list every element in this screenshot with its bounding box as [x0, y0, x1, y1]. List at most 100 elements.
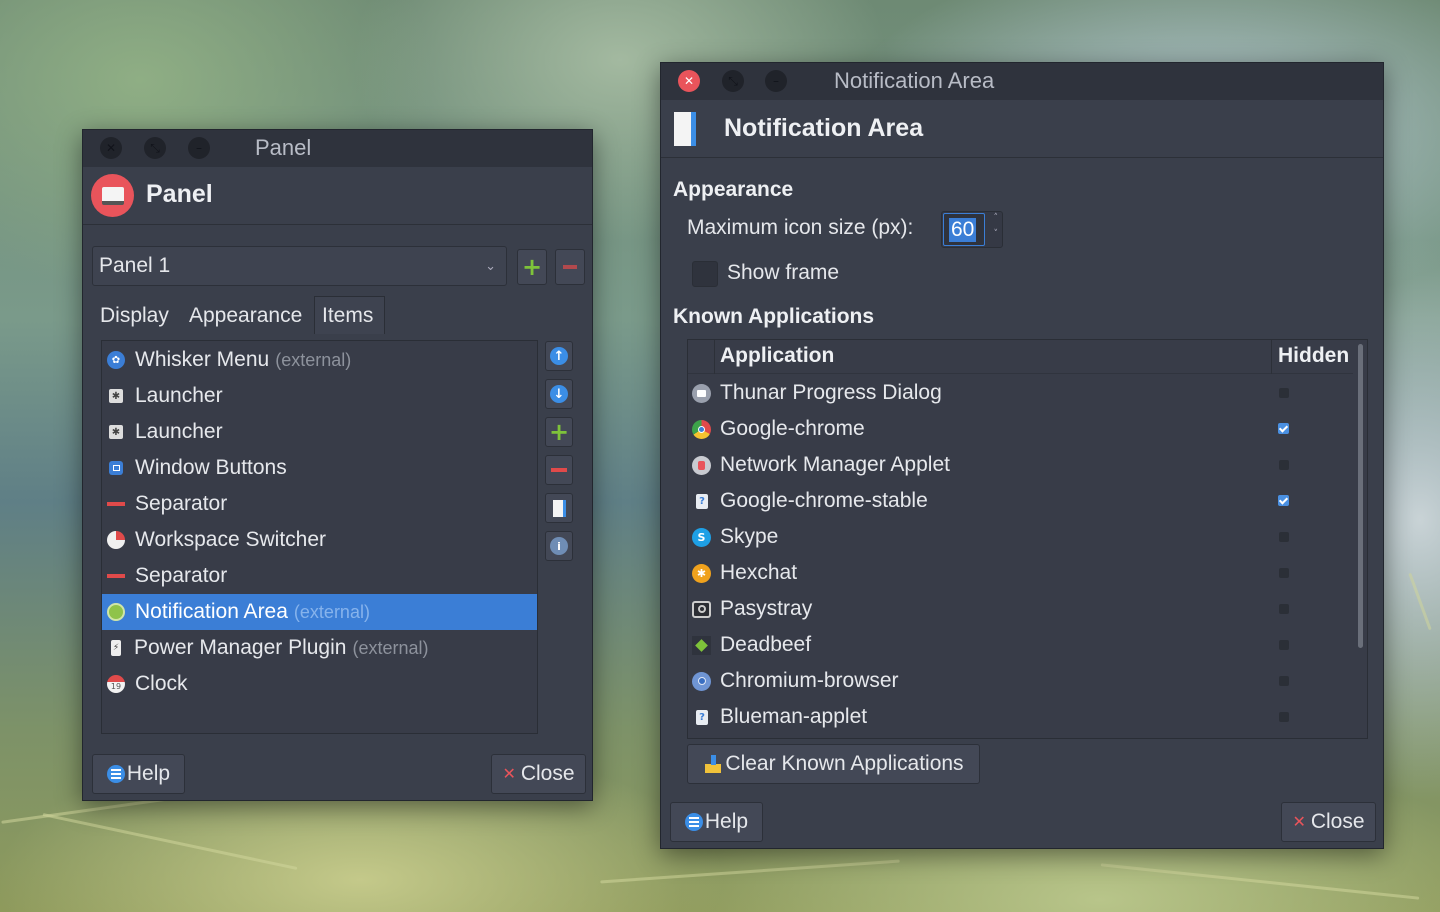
header-divider	[1271, 340, 1272, 374]
notif-titlebar[interactable]: ✕ ⤡ – Notification Area	[661, 63, 1383, 100]
hidden-checkbox[interactable]	[1279, 640, 1289, 650]
help-label: Help	[704, 810, 749, 833]
notif-header: Notification Area	[661, 100, 1383, 158]
list-item[interactable]: ✱ Launcher	[102, 414, 537, 450]
item-name: Launcher	[135, 420, 223, 443]
move-up-button[interactable]: ↑	[545, 341, 573, 371]
notification-area-icon	[107, 603, 125, 621]
list-item[interactable]: ⚡ Power Manager Plugin (external)	[102, 630, 537, 666]
icon-size-input[interactable]: 60	[943, 213, 985, 246]
col-application[interactable]: Application	[720, 344, 834, 368]
skype-icon: S	[692, 527, 711, 547]
tab-items[interactable]: Items	[314, 296, 385, 334]
minimize-icon: –	[773, 74, 779, 88]
hexchat-icon: ✱	[692, 563, 711, 583]
clock-icon: 19	[107, 675, 125, 693]
remove-item-button[interactable]	[545, 455, 573, 485]
spin-up-icon[interactable]: ˄	[994, 213, 999, 223]
hidden-checkbox[interactable]	[1278, 423, 1289, 434]
minimize-window-button[interactable]: –	[188, 137, 210, 159]
item-name: Whisker Menu	[135, 348, 270, 371]
window-title: Panel	[255, 135, 312, 160]
move-down-button[interactable]: ↓	[545, 379, 573, 409]
hidden-checkbox[interactable]	[1279, 460, 1289, 470]
close-label: Close	[520, 762, 575, 785]
window-title: Notification Area	[834, 68, 995, 93]
table-row[interactable]: ? Google-chrome-stable	[688, 483, 1367, 519]
table-row[interactable]: ✱ Hexchat	[688, 555, 1367, 591]
spin-down-icon[interactable]: ˅	[994, 229, 999, 239]
about-item-button[interactable]: i	[545, 531, 573, 561]
hidden-checkbox[interactable]	[1279, 712, 1289, 722]
tab-appearance[interactable]: Appearance	[189, 304, 302, 328]
list-item[interactable]: Workspace Switcher	[102, 522, 537, 558]
minus-icon	[551, 468, 567, 472]
minimize-window-button[interactable]: –	[765, 70, 787, 92]
add-panel-button[interactable]: +	[517, 249, 547, 285]
panel-select[interactable]: Panel 1 ⌄	[92, 246, 507, 286]
help-button[interactable]: Help	[92, 754, 185, 794]
plus-icon: +	[521, 253, 543, 281]
table-row[interactable]: Google-chrome	[688, 411, 1367, 447]
col-hidden[interactable]: Hidden	[1278, 344, 1349, 368]
icon-size-label: Maximum icon size (px):	[687, 216, 914, 239]
help-icon	[106, 765, 125, 783]
workspace-switcher-icon	[107, 531, 125, 549]
panel-titlebar[interactable]: ✕ ⤡ – Panel	[83, 130, 592, 167]
close-window-button[interactable]: ✕	[100, 137, 122, 159]
list-item[interactable]: ✿ Whisker Menu (external)	[102, 342, 537, 378]
tab-display[interactable]: Display	[100, 304, 169, 328]
known-apps-heading: Known Applications	[673, 305, 875, 328]
app-name: Thunar Progress Dialog	[720, 381, 942, 404]
help-label: Help	[126, 762, 171, 785]
table-row[interactable]: Thunar Progress Dialog	[688, 375, 1367, 411]
close-label: Close	[1310, 810, 1365, 833]
hidden-checkbox[interactable]	[1279, 604, 1289, 614]
edit-item-button[interactable]	[545, 493, 573, 523]
table-row[interactable]: Network Manager Applet	[688, 447, 1367, 483]
list-item[interactable]: Notification Area (external)	[102, 594, 537, 630]
known-apps-table[interactable]: Application Hidden Thunar Progress Dialo…	[687, 339, 1368, 739]
unknown-app-icon: ?	[696, 709, 708, 725]
table-row[interactable]: Pasystray	[688, 591, 1367, 627]
show-frame-checkbox[interactable]	[692, 261, 718, 287]
hidden-checkbox[interactable]	[1279, 676, 1289, 686]
table-row[interactable]: Deadbeef	[688, 627, 1367, 663]
maximize-window-button[interactable]: ⤡	[722, 70, 744, 92]
item-name: Clock	[135, 672, 188, 695]
list-item[interactable]: Window Buttons	[102, 450, 537, 486]
chromium-icon	[692, 671, 711, 691]
icon-size-spinner[interactable]: 60 ˄ ˅	[941, 211, 1003, 248]
app-name: Hexchat	[720, 561, 798, 584]
table-row[interactable]: S Skype	[688, 519, 1367, 555]
list-item[interactable]: Separator	[102, 558, 537, 594]
hidden-checkbox[interactable]	[1279, 532, 1289, 542]
add-item-button[interactable]: +	[545, 417, 573, 447]
maximize-window-button[interactable]: ⤡	[144, 137, 166, 159]
panel-window: ✕ ⤡ – Panel Panel Panel 1 ⌄ + Display Ap…	[82, 129, 593, 801]
remove-panel-button[interactable]	[555, 249, 585, 285]
close-button[interactable]: ✕ Close	[1281, 802, 1376, 842]
page-title: Notification Area	[724, 114, 924, 142]
clear-known-apps-button[interactable]: Clear Known Applications	[687, 744, 980, 784]
hidden-checkbox[interactable]	[1279, 568, 1289, 578]
close-icon: ✕	[1292, 814, 1306, 831]
show-frame-label[interactable]: Show frame	[727, 261, 839, 285]
hidden-checkbox[interactable]	[1278, 495, 1289, 506]
close-window-button[interactable]: ✕	[678, 70, 700, 92]
help-button[interactable]: Help	[670, 802, 763, 842]
app-name: Network Manager Applet	[720, 453, 950, 476]
list-item[interactable]: ✱ Launcher	[102, 378, 537, 414]
table-row[interactable]: Chromium-browser	[688, 663, 1367, 699]
deadbeef-icon	[692, 635, 711, 655]
plus-icon: +	[548, 418, 570, 446]
list-item[interactable]: Separator	[102, 486, 537, 522]
chevron-down-icon: ⌄	[485, 258, 496, 273]
list-item[interactable]: 19 Clock	[102, 666, 537, 702]
close-button[interactable]: ✕ Close	[491, 754, 586, 794]
items-list[interactable]: ✿ Whisker Menu (external) ✱ Launcher ✱ L…	[101, 340, 538, 734]
hidden-checkbox[interactable]	[1279, 388, 1289, 398]
item-name: Separator	[135, 564, 228, 587]
table-row[interactable]: ? Blueman-applet	[688, 699, 1367, 735]
maximize-icon: ⤡	[728, 74, 738, 88]
